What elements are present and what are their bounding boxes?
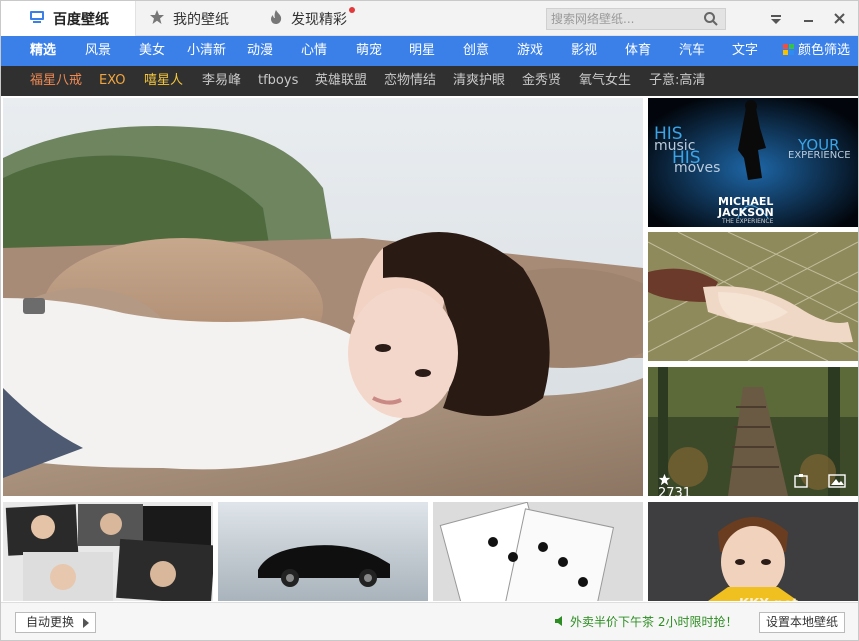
set-wallpaper-icon[interactable]: [793, 473, 809, 489]
tab-label: 我的壁纸: [173, 11, 229, 28]
tab-label: 百度壁纸: [53, 11, 109, 28]
tag-item[interactable]: 氧气女生: [579, 66, 631, 96]
tab-discover[interactable]: 发现精彩: [269, 1, 355, 36]
menu-icon[interactable]: [767, 10, 785, 28]
category-creative[interactable]: 创意: [463, 36, 489, 66]
category-sports[interactable]: 体育: [625, 36, 651, 66]
tag-item[interactable]: 福星八戒: [30, 66, 82, 96]
wallpaper-playing-cards[interactable]: [433, 502, 643, 601]
monitor-icon: [29, 10, 45, 28]
category-bar: 精选 风景 美女 小清新 动漫 心情 萌宠 明星 创意 游戏 影视 体育 汽车 …: [1, 36, 858, 66]
tag-item[interactable]: 恋物情结: [384, 66, 436, 96]
tag-item[interactable]: EXO: [99, 66, 126, 96]
color-filter-label: 颜色筛选: [798, 43, 851, 58]
tag-item[interactable]: 金秀贤: [522, 66, 561, 96]
play-icon: [83, 618, 89, 628]
category-fresh[interactable]: 小清新: [187, 36, 226, 66]
wallpaper-celebrity-collage[interactable]: [3, 502, 213, 601]
likes-count: 2731: [658, 486, 692, 496]
tab-baidu-wallpaper[interactable]: 百度壁纸: [1, 1, 136, 36]
star-icon: [658, 473, 671, 486]
category-pets[interactable]: 萌宠: [356, 36, 382, 66]
tag-item[interactable]: 李易峰: [202, 66, 241, 96]
minimize-icon[interactable]: [800, 10, 818, 28]
title-bar: 百度壁纸 我的壁纸 发现精彩: [1, 1, 858, 36]
tag-item[interactable]: 子意:高清: [649, 66, 705, 96]
tag-item[interactable]: 英雄联盟: [315, 66, 367, 96]
star-icon: [149, 9, 165, 29]
category-cars[interactable]: 汽车: [679, 36, 705, 66]
color-filter-button[interactable]: 颜色筛选: [783, 36, 850, 66]
tag-item[interactable]: tfboys: [258, 66, 298, 96]
tab-label: 发现精彩: [291, 11, 347, 28]
color-grid-icon: [783, 37, 794, 55]
auto-change-label: 自动更换: [26, 615, 75, 629]
footer-bar: 自动更换 外卖半价下午茶 2小时限时抢！ 设置本地壁纸: [1, 602, 858, 640]
auto-change-button[interactable]: 自动更换: [15, 612, 96, 633]
promo-text: 外卖半价下午茶 2小时限时抢！: [570, 615, 738, 629]
category-featured[interactable]: 精选: [30, 36, 56, 66]
search-icon[interactable]: [703, 11, 719, 27]
category-games[interactable]: 游戏: [517, 36, 543, 66]
mj-logo-experience: THE EXPERIENCE: [722, 218, 774, 225]
likes-counter: 2731: [658, 473, 691, 496]
app-window: 百度壁纸 我的壁纸 发现精彩 搜索网络壁纸... 精选 风景 美女 小清新 动漫…: [0, 0, 859, 641]
speaker-icon: [554, 603, 566, 640]
close-icon[interactable]: [831, 10, 849, 28]
wallpaper-young-man-portrait[interactable]: [648, 502, 858, 601]
wallpaper-forest-bridge[interactable]: 2731: [648, 367, 858, 496]
wallpaper-michael-jackson[interactable]: HIS music HIS moves YOUR EXPERIENCE MICH…: [648, 98, 858, 227]
promo-link[interactable]: 外卖半价下午茶 2小时限时抢！: [554, 603, 738, 640]
wallpaper-featured-woman-on-rock[interactable]: [3, 98, 643, 496]
category-stars[interactable]: 明星: [409, 36, 435, 66]
wallpaper-black-car[interactable]: [218, 502, 428, 601]
category-beauty[interactable]: 美女: [139, 36, 165, 66]
wallpaper-gallery: HIS music HIS moves YOUR EXPERIENCE MICH…: [1, 96, 858, 601]
flame-icon: [269, 9, 283, 29]
tag-item[interactable]: 嘻星人: [144, 66, 183, 96]
category-mood[interactable]: 心情: [301, 36, 327, 66]
tag-item[interactable]: 清爽护眼: [453, 66, 505, 96]
wallpaper-girl-in-hammock[interactable]: [648, 232, 858, 361]
tab-my-wallpaper[interactable]: 我的壁纸: [149, 1, 229, 36]
category-text[interactable]: 文字: [732, 36, 758, 66]
search-box: [546, 8, 726, 30]
search-input[interactable]: [547, 9, 702, 29]
category-movies[interactable]: 影视: [571, 36, 597, 66]
mj-text-moves: moves: [674, 160, 721, 176]
category-anime[interactable]: 动漫: [247, 36, 273, 66]
notification-dot: [349, 7, 355, 13]
mj-text-experience: EXPERIENCE: [788, 150, 851, 161]
category-scenery[interactable]: 风景: [85, 36, 111, 66]
set-local-wallpaper-button[interactable]: 设置本地壁纸: [759, 612, 845, 633]
hot-tags-bar: 福星八戒 EXO 嘻星人 李易峰 tfboys 英雄联盟 恋物情结 清爽护眼 金…: [1, 66, 858, 96]
preview-image-icon[interactable]: [828, 473, 846, 489]
